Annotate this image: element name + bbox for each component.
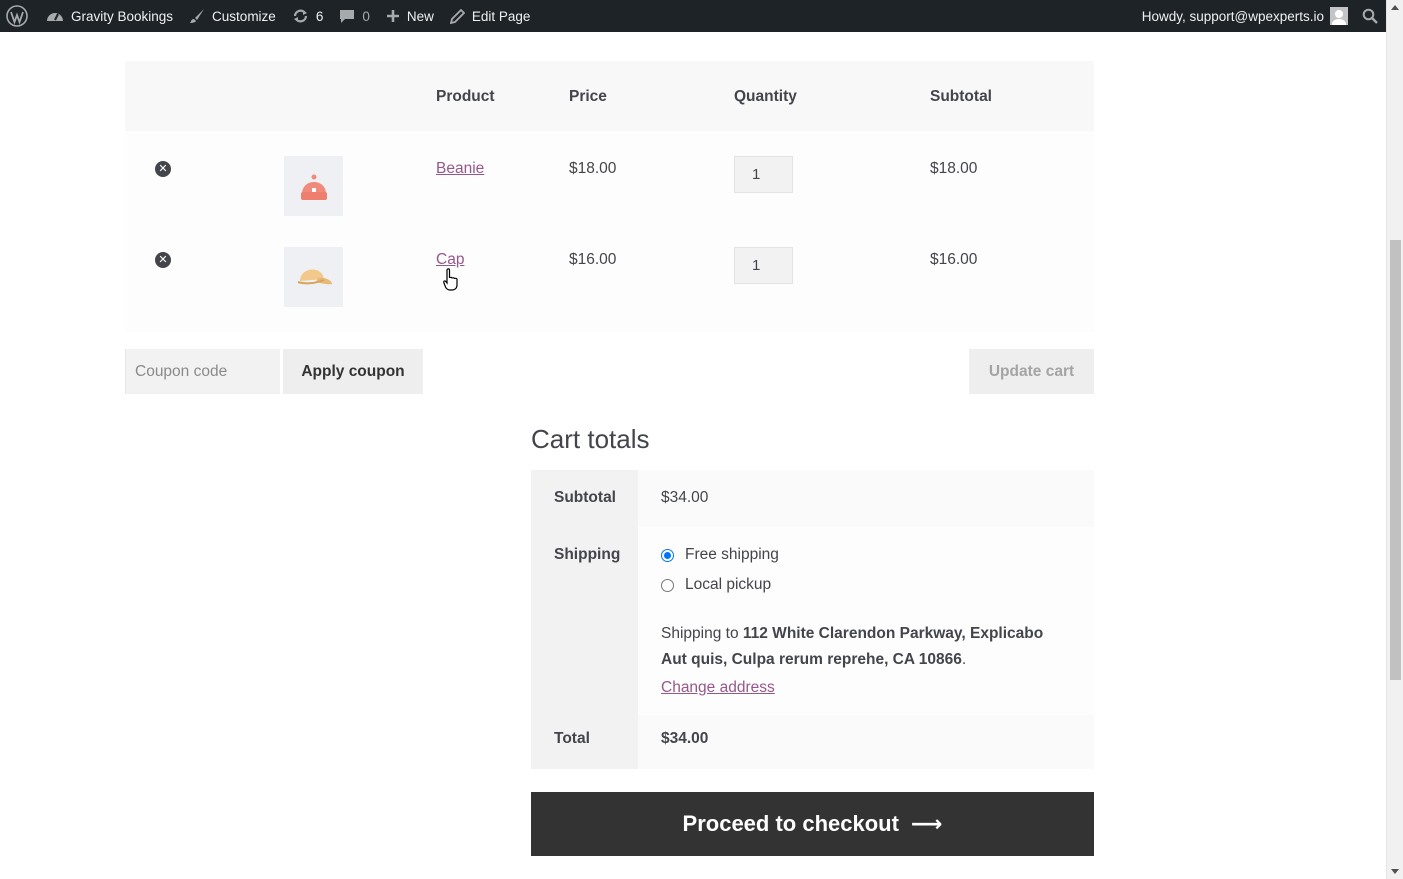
shipping-label: Shipping [531,527,638,715]
edit-page-label: Edit Page [471,8,531,24]
new-label: New [406,8,434,24]
cart-totals-title: Cart totals [531,424,650,454]
header-subtotal: Subtotal [930,88,992,105]
product-thumbnail-cap[interactable] [284,247,343,307]
my-account-link[interactable]: Howdy, support@wpexperts.io [1134,0,1356,32]
change-address-link[interactable]: Change address [661,679,775,697]
plus-icon [386,9,400,23]
total-label: Total [531,715,638,769]
page-scrollbar[interactable] [1386,0,1403,879]
header-price: Price [569,88,607,105]
cap-image [297,269,332,285]
pencil-icon [449,8,465,24]
admin-search-button[interactable] [1356,0,1386,32]
paintbrush-icon [189,8,205,24]
quantity-input[interactable]: 1 [734,247,793,284]
comments-link[interactable]: 0 [331,0,378,32]
free-shipping-label: Free shipping [685,546,779,563]
item-subtotal: $18.00 [930,160,978,177]
site-name-link[interactable]: Gravity Bookings [38,0,181,32]
coupon-code-input[interactable]: Coupon code [125,349,280,394]
product-thumbnail-beanie[interactable] [284,156,343,216]
scroll-down-arrow-icon[interactable] [1391,869,1399,874]
cart-item-row: ✕ Beanie $18.00 1 $18.00 [125,131,1094,222]
updates-count: 6 [315,8,324,24]
comment-bubble-icon [339,8,355,24]
cart-table-header: Product Price Quantity Subtotal [125,61,1094,131]
totals-subtotal-row: Subtotal $34.00 [531,470,1094,527]
new-content-link[interactable]: New [378,0,442,32]
item-price: $16.00 [569,251,617,268]
customize-label: Customize [212,8,276,24]
header-product: Product [436,88,495,105]
radio-selected-icon[interactable] [661,548,674,562]
scroll-up-arrow-icon[interactable] [1391,5,1399,10]
wp-admin-bar: Gravity Bookings Customize 6 0 New Edit … [0,0,1386,32]
remove-item-icon[interactable]: ✕ [155,161,171,177]
shipping-options: Free shipping Local pickup Shipping to 1… [638,527,1094,715]
subtotal-value: $34.00 [638,470,1094,527]
proceed-to-checkout-button[interactable]: Proceed to checkout ⟶ [531,792,1094,856]
edit-page-link[interactable]: Edit Page [442,0,539,32]
howdy-label: Howdy, support@wpexperts.io [1141,8,1324,24]
local-pickup-label: Local pickup [685,576,772,593]
quantity-input[interactable]: 1 [734,156,793,193]
apply-coupon-button[interactable]: Apply coupon [283,349,423,394]
avatar [1330,7,1348,25]
remove-item-icon[interactable]: ✕ [155,252,171,268]
product-link-cap[interactable]: Cap [436,251,464,269]
updates-refresh-icon [292,8,309,24]
cart-table: Product Price Quantity Subtotal ✕ Beanie… [125,61,1094,332]
cart-totals-table: Subtotal $34.00 Shipping Free shipping L… [531,470,1094,769]
item-subtotal: $16.00 [930,251,978,268]
total-value: $34.00 [638,715,1094,769]
search-icon [1362,8,1378,24]
totals-total-row: Total $34.00 [531,715,1094,769]
subtotal-label: Subtotal [531,470,638,527]
wordpress-icon [6,5,28,27]
checkout-label: Proceed to checkout [682,811,899,836]
local-pickup-option[interactable]: Local pickup [661,576,771,594]
radio-unselected-icon[interactable] [661,578,674,592]
wordpress-logo-button[interactable] [0,0,38,32]
comments-count: 0 [362,8,370,24]
shipping-to-prefix: Shipping to [661,625,739,642]
update-cart-button[interactable]: Update cart [969,349,1094,394]
free-shipping-option[interactable]: Free shipping [661,546,779,564]
item-price: $18.00 [569,160,617,177]
dashboard-gauge-icon [46,8,64,24]
scroll-thumb[interactable] [1390,240,1401,680]
totals-shipping-row: Shipping Free shipping Local pickup Ship… [531,527,1094,715]
header-quantity: Quantity [734,88,797,105]
hand-pointer-cursor-icon [443,268,458,291]
customize-link[interactable]: Customize [181,0,284,32]
arrow-right-icon: ⟶ [910,811,943,836]
site-name-label: Gravity Bookings [71,8,174,24]
updates-link[interactable]: 6 [284,0,332,32]
cart-item-row: ✕ Cap $16.00 1 $16.00 [125,222,1094,332]
shipping-destination: Shipping to 112 White Clarendon Parkway,… [661,625,1044,668]
product-link-beanie[interactable]: Beanie [436,160,484,178]
beanie-image [300,174,327,200]
